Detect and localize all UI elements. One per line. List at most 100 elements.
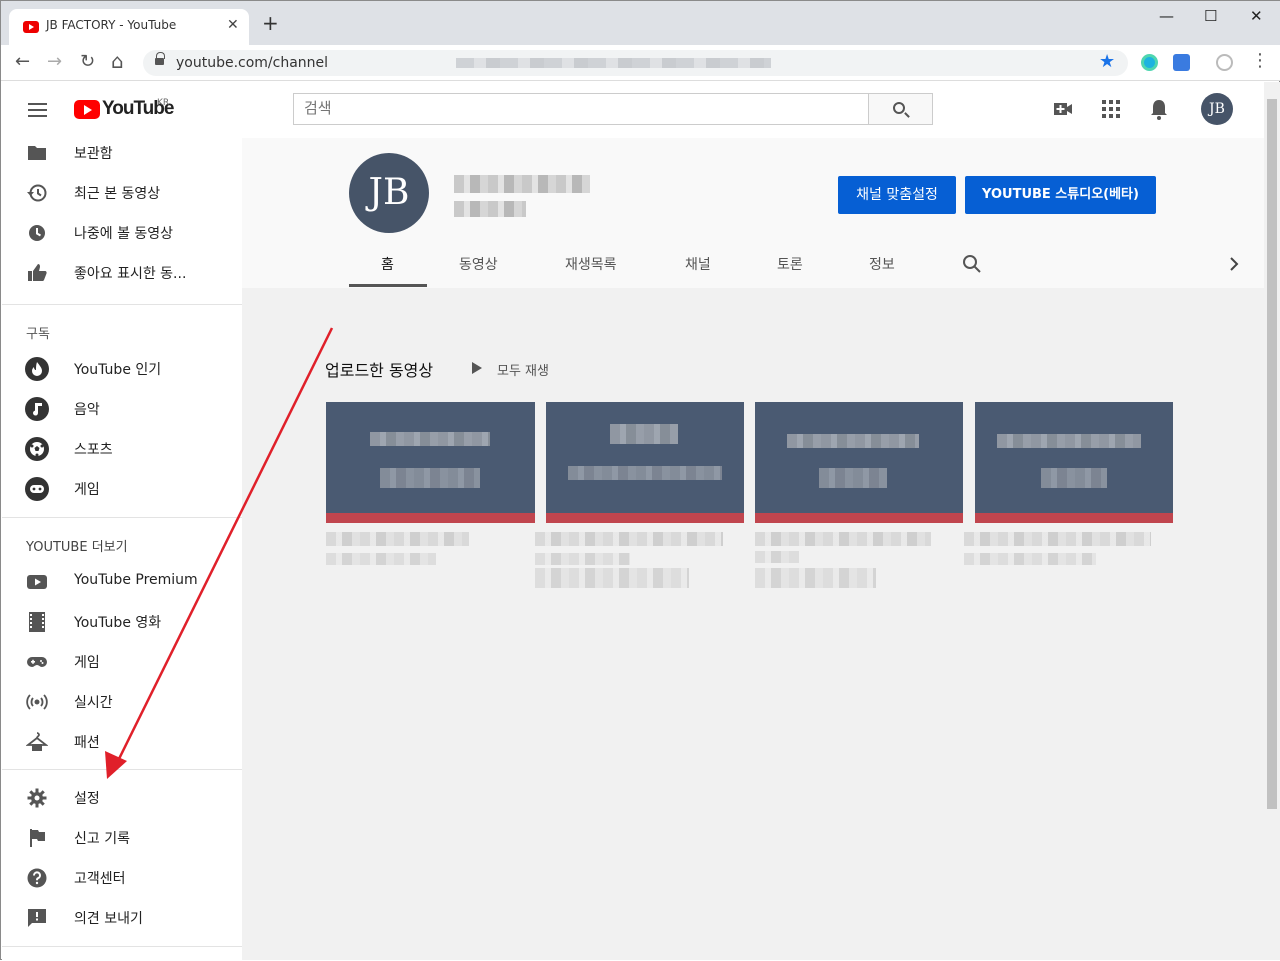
youtube-logo-icon[interactable] [74,100,100,119]
subscriptions-heading: 구독 [26,327,50,342]
sidebar-item-help[interactable]: 고객센터 [2,857,242,897]
sidebar-item-fashion[interactable]: 패션 [2,721,242,761]
channel-page: JB 채널 맞춤설정 YOUTUBE 스튜디오(베타) 홈 동영상 재생목록 채… [242,138,1278,960]
tab-videos[interactable]: 동영상 [459,254,498,274]
sidebar-item-label: YouTube Premium [74,572,198,588]
maximize-button[interactable]: ☐ [1204,7,1217,25]
guide-sidebar: 보관함 최근 본 동영상 나중에 볼 동영상 좋아요 표시한 동... 구독 Y… [2,138,242,960]
extension-icon[interactable] [1173,54,1190,71]
sidebar-item-liked[interactable]: 좋아요 표시한 동... [2,252,242,292]
tab-channels[interactable]: 채널 [685,254,711,274]
sidebar-item-label: 좋아요 표시한 동... [74,266,187,282]
tab-title: JB FACTORY - YouTube [46,18,177,32]
home-button[interactable]: ⌂ [111,49,124,73]
forward-button[interactable]: → [47,51,62,72]
more-from-youtube-heading: YOUTUBE 더보기 [26,540,128,555]
hamburger-menu-icon[interactable] [28,103,47,117]
sidebar-item-history[interactable]: 최근 본 동영상 [2,172,242,212]
play-all-link[interactable]: 모두 재생 [497,360,549,379]
browser-toolbar: ← → ↻ ⌂ youtube.com/channel ★ ⋮ [1,45,1280,81]
browser-tab[interactable]: JB FACTORY - YouTube ✕ [9,9,249,45]
page-scrollbar[interactable] [1264,82,1280,960]
live-icon [26,694,48,710]
sidebar-item-trending[interactable]: YouTube 인기 [2,348,242,388]
sidebar-item-movies[interactable]: YouTube 영화 [2,601,242,641]
sidebar-item-label: 고객센터 [74,871,126,887]
video-thumbnail[interactable] [975,402,1173,523]
video-thumbnail[interactable] [326,402,535,523]
tab-home[interactable]: 홈 [381,254,394,274]
youtube-studio-button[interactable]: YOUTUBE 스튜디오(베타) [965,176,1156,214]
sidebar-divider [2,769,242,770]
sidebar-item-gaming[interactable]: 게임 [2,468,242,508]
sidebar-item-label: YouTube 영화 [74,615,162,631]
video-title-redacted [964,532,1151,546]
gamepad-icon [25,477,49,501]
gamepad-icon [27,657,47,667]
tab-about[interactable]: 정보 [869,254,895,274]
video-title-redacted [755,532,931,546]
sidebar-item-live[interactable]: 실시간 [2,681,242,721]
video-thumbnail[interactable] [755,402,963,523]
tab-close-icon[interactable]: ✕ [227,17,239,33]
extension-icon[interactable] [1141,54,1158,71]
reload-button[interactable]: ↻ [80,51,95,72]
sidebar-item-gaming-2[interactable]: 게임 [2,641,242,681]
youtube-icon [27,575,47,589]
search-icon [893,102,905,114]
clock-icon [29,225,45,241]
sidebar-item-sports[interactable]: 스포츠 [2,428,242,468]
address-bar[interactable]: youtube.com/channel ★ [143,50,1128,76]
apps-grid-icon[interactable] [1101,99,1121,119]
sidebar-item-label: 의견 보내기 [74,911,143,927]
sidebar-item-label: 설정 [74,791,100,807]
watch-progress-bar [326,513,535,523]
sidebar-item-label: 실시간 [74,695,113,711]
tab-playlists[interactable]: 재생목록 [565,254,617,274]
watch-progress-bar [755,513,963,523]
sidebar-item-label: 패션 [74,735,100,751]
sidebar-item-settings[interactable]: 설정 [2,777,242,817]
soccer-icon [25,437,49,461]
sidebar-item-label: 보관함 [74,146,113,162]
chevron-right-icon[interactable] [1227,256,1241,272]
account-avatar[interactable]: JB [1201,93,1233,125]
sidebar-item-library[interactable]: 보관함 [2,132,242,172]
video-meta-redacted [964,553,1096,565]
watch-progress-bar [975,513,1173,523]
active-tab-indicator [349,284,427,287]
sidebar-item-report-history[interactable]: 신고 기록 [2,817,242,857]
close-window-button[interactable]: ✕ [1250,7,1263,25]
sidebar-item-feedback[interactable]: 의견 보내기 [2,897,242,937]
sidebar-item-label: 신고 기록 [74,831,130,847]
search-input[interactable] [304,94,864,122]
video-meta-redacted [755,568,876,588]
sidebar-item-label: 스포츠 [74,442,113,458]
search-button[interactable] [868,93,933,125]
tab-discussion[interactable]: 토론 [777,254,803,274]
folder-icon [28,146,46,160]
video-thumbnail[interactable] [546,402,744,523]
browser-menu-icon[interactable]: ⋮ [1251,50,1269,71]
video-title-redacted [326,532,469,546]
customize-channel-button[interactable]: 채널 맞춤설정 [838,176,956,214]
create-video-icon[interactable] [1053,99,1073,119]
channel-header: JB 채널 맞춤설정 YOUTUBE 스튜디오(베타) 홈 동영상 재생목록 채… [242,138,1278,288]
bookmark-star-icon[interactable]: ★ [1099,51,1115,72]
scrollbar-thumb[interactable] [1267,99,1277,809]
sidebar-item-watch-later[interactable]: 나중에 볼 동영상 [2,212,242,252]
notifications-bell-icon[interactable] [1149,99,1169,121]
sidebar-item-music[interactable]: 음악 [2,388,242,428]
channel-avatar[interactable]: JB [349,153,429,233]
section-title: 업로드한 동영상 [325,361,434,380]
sidebar-item-label: 나중에 볼 동영상 [74,226,174,242]
channel-search-icon[interactable] [962,254,982,274]
back-button[interactable]: ← [15,51,30,72]
sidebar-item-premium[interactable]: YouTube Premium [2,561,242,601]
new-tab-button[interactable]: + [262,13,279,33]
minimize-button[interactable]: — [1159,7,1174,25]
profile-icon[interactable] [1216,54,1233,71]
browser-window: JB FACTORY - YouTube ✕ + — ☐ ✕ ← → ↻ ⌂ y… [0,0,1280,960]
play-icon [472,362,482,374]
history-icon [27,184,47,202]
